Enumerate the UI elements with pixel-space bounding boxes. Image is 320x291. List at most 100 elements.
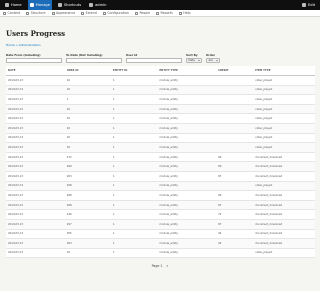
table-cell: module_entity [157, 181, 217, 192]
tray-item-content[interactable]: Content [3, 11, 20, 15]
table-cell: 80 [216, 161, 254, 172]
date-from-group: Date From (Including) [6, 53, 62, 63]
table-row: 2019-03-13 16 1 module_entity video_played [6, 123, 315, 134]
table-cell: video_played [253, 123, 315, 134]
table-row: 2019-03-13 269 1 module_entity 80 document_do… [6, 161, 315, 172]
reports-icon [156, 11, 160, 15]
appearance-icon [51, 11, 55, 15]
column-header-credit[interactable]: CREDIT [216, 66, 254, 76]
page-header: Users Progress Home » Administration [0, 17, 320, 47]
table-cell: document_download [253, 152, 315, 163]
table-cell: module_entity [157, 219, 217, 230]
table-cell: 87 [216, 171, 254, 182]
table-body: 2019-03-13 16 1 module_entity video_played 20… [6, 75, 315, 259]
table-cell: module_entity [157, 142, 217, 153]
toolbar-edit-label: Edit [308, 3, 315, 7]
pager-next[interactable]: » [166, 264, 168, 268]
tray-item-help[interactable]: Help [178, 11, 191, 15]
user-id-input[interactable] [126, 58, 182, 63]
admin-tray: Content Structure Appearance Extend Conf… [0, 10, 320, 17]
tray-item-reports[interactable]: Reports [156, 11, 173, 15]
table-row: 2019-03-13 272 1 module_entity 80 document_do… [6, 152, 315, 163]
table-cell [216, 104, 254, 115]
column-header-entity-type[interactable]: ENTITY TYPE [157, 66, 217, 76]
tray-label: Content [7, 11, 21, 15]
table-cell: 16 [64, 113, 112, 124]
table-cell [216, 181, 254, 192]
structure-icon [26, 11, 30, 15]
table-cell: module_entity [157, 229, 217, 240]
wrench-icon [102, 11, 106, 15]
tray-item-structure[interactable]: Structure [26, 11, 46, 15]
toolbar-manage-label: Manage [35, 3, 50, 7]
table-cell: module_entity [157, 190, 217, 201]
toolbar-manage[interactable]: Manage [27, 0, 52, 10]
table-cell: video_played [253, 113, 315, 124]
table-cell: 2019-03-13 [6, 219, 65, 230]
column-header-date[interactable]: DATE [6, 66, 65, 76]
table-cell: 1 [111, 229, 158, 240]
column-header-item-type[interactable]: ITEM TYPE [253, 66, 315, 76]
toolbar-edit[interactable]: Edit [300, 0, 317, 10]
table-row: 2019-03-13 268 1 module_entity 87 document_do… [6, 200, 315, 211]
table-cell [216, 75, 254, 86]
table-cell: 1 [111, 113, 158, 124]
progress-table-wrap: DATE USER ID ENTITY ID ENTITY TYPE CREDI… [6, 66, 315, 259]
table-cell: 1 [111, 75, 158, 86]
table-cell: 2019-03-13 [6, 104, 65, 115]
table-cell: 1 [111, 190, 158, 201]
table-cell: 1 [111, 123, 158, 134]
table-cell: document_download [253, 238, 315, 249]
table-cell: module_entity [157, 75, 217, 86]
table-row: 2019-03-13 268 1 module_entity video_played [6, 181, 315, 192]
date-to-label: To Date (Not Including) [66, 53, 103, 57]
table-cell: video_played [253, 75, 315, 86]
table-row: 2019-03-13 297 1 module_entity 87 document_do… [6, 219, 315, 230]
order-group: Order Asc [206, 53, 220, 63]
table-row: 2019-03-13 305 1 module_entity 44 document_do… [6, 229, 315, 240]
table-row: 2019-03-13 16 1 module_entity video_played [6, 104, 315, 115]
sort-by-select[interactable]: Date [186, 58, 202, 63]
tray-item-configuration[interactable]: Configuration [102, 11, 129, 15]
table-cell: document_download [253, 200, 315, 211]
toolbar-user[interactable]: admin [87, 0, 108, 10]
column-header-entity-id[interactable]: ENTITY ID [111, 66, 158, 76]
tray-item-people[interactable]: People [134, 11, 151, 15]
table-cell: module_entity [157, 209, 217, 220]
table-cell: 16 [64, 248, 112, 259]
table-cell: 1 [111, 152, 158, 163]
toolbar-home[interactable]: Home [3, 0, 24, 10]
date-to-input[interactable] [66, 58, 122, 63]
table-cell [216, 248, 254, 259]
table-cell [216, 133, 254, 144]
table-cell: 1 [111, 133, 158, 144]
toolbar-shortcuts[interactable]: Shortcuts [56, 0, 83, 10]
table-cell: 272 [64, 152, 112, 163]
table-row: 2019-03-13 16 1 module_entity video_played [6, 248, 315, 259]
table-cell: 16 [64, 75, 112, 86]
table-cell: 2019-03-13 [6, 190, 65, 201]
progress-table: DATE USER ID ENTITY ID ENTITY TYPE CREDI… [6, 66, 315, 259]
order-select[interactable]: Asc [206, 58, 220, 63]
table-row: 2019-03-13 16 1 module_entity video_played [6, 113, 315, 124]
star-icon [57, 3, 62, 7]
table-cell: document_download [253, 209, 315, 220]
table-cell: 44 [216, 238, 254, 249]
date-from-input[interactable] [6, 58, 62, 63]
table-cell: 16 [64, 123, 112, 134]
table-cell: module_entity [157, 104, 217, 115]
table-cell: 44 [216, 229, 254, 240]
tray-label: People [139, 11, 151, 15]
table-cell [216, 113, 254, 124]
column-header-user-id[interactable]: USER ID [64, 66, 112, 76]
table-cell: 1 [64, 94, 112, 105]
table-cell: 1 [111, 85, 158, 96]
table-cell: module_entity [157, 161, 217, 172]
tray-item-extend[interactable]: Extend [81, 11, 97, 15]
table-cell [216, 123, 254, 134]
table-cell: 2019-03-13 [6, 85, 65, 96]
table-cell: 1 [111, 219, 158, 230]
sort-by-group: Sort By Date [186, 53, 202, 63]
table-row: 2019-03-13 268 1 module_entity 80 document_do… [6, 190, 315, 201]
tray-item-appearance[interactable]: Appearance [51, 11, 75, 15]
